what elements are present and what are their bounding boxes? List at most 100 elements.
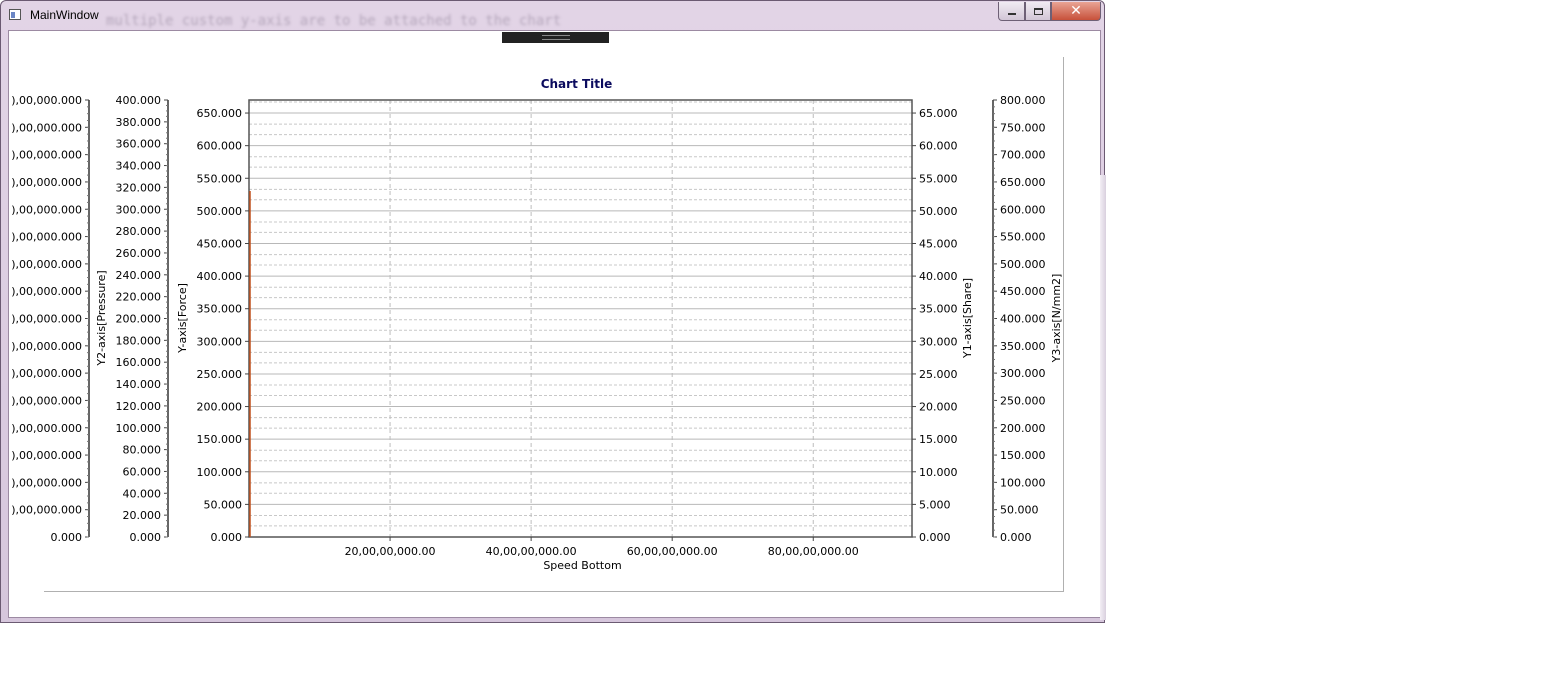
y-tick-label: ),00,000.000 — [11, 340, 82, 353]
y-tick-label: 220.000 — [116, 291, 162, 304]
y-tick-label: 40.000 — [919, 270, 958, 283]
y-tick-label: ),00,000.000 — [11, 504, 82, 517]
maximize-icon — [1033, 7, 1043, 15]
y-tick-label: 160.000 — [116, 356, 162, 369]
y-tick-label: 250.000 — [1000, 394, 1046, 407]
y-tick-label: 300.000 — [116, 203, 162, 216]
y-tick-label: 400.000 — [1000, 313, 1046, 326]
minimize-icon — [1007, 12, 1016, 15]
y-tick-label: 380.000 — [116, 116, 162, 129]
minimize-button[interactable] — [998, 2, 1025, 21]
y-tick-label: ),00,000.000 — [11, 203, 82, 216]
x-axis-label: Speed Bottom — [543, 559, 621, 572]
y-tick-label: 45.000 — [919, 237, 958, 250]
close-button[interactable]: ✕ — [1051, 2, 1101, 21]
y-tick-label: 400.000 — [116, 94, 162, 107]
y-tick-label: 0.000 — [1000, 531, 1032, 544]
y-tick-label: 80.000 — [123, 444, 162, 457]
maximize-button[interactable] — [1025, 2, 1051, 21]
chart-panel: Chart Title 20,00,00,000.00 40,00,00,000.… — [8, 30, 1101, 618]
y-tick-label: 100.000 — [197, 466, 243, 479]
y-tick-label: 0.000 — [919, 531, 951, 544]
window-resize-edge — [1100, 175, 1106, 620]
y-tick-label: 40.000 — [123, 487, 162, 500]
y-tick-label: 65.000 — [919, 107, 958, 120]
x-tick-label: 20,00,00,000.00 — [345, 545, 436, 558]
y-tick-label: 350.000 — [1000, 340, 1046, 353]
y-tick-label: ),00,000.000 — [11, 285, 82, 298]
y-tick-label: 800.000 — [1000, 94, 1046, 107]
y-tick-label: 50.000 — [204, 498, 243, 511]
main-window: MainWindow multiple custom y-axis are to… — [0, 0, 1105, 623]
chart-canvas[interactable]: 20,00,00,000.00 40,00,00,000.00 60,00,00,0… — [9, 31, 1101, 618]
y-tick-label: ),00,000.000 — [11, 121, 82, 134]
y-tick-label: 35.000 — [919, 303, 958, 316]
y-tick-label: ),00,000.000 — [11, 422, 82, 435]
y-tick-label: 0.000 — [211, 531, 243, 544]
y-tick-label: ),00,000.000 — [11, 476, 82, 489]
y-tick-label: 15.000 — [919, 433, 958, 446]
y-tick-label: 650.000 — [1000, 176, 1046, 189]
y-tick-label: 300.000 — [197, 335, 243, 348]
y-tick-label: 550.000 — [197, 172, 243, 185]
y-tick-label: 10.000 — [919, 466, 958, 479]
y-axis-title-y1: Y1-axis[Share] — [961, 278, 974, 359]
window-title: MainWindow — [30, 8, 99, 22]
y-tick-label: 150.000 — [197, 433, 243, 446]
y-tick-label: 60.000 — [123, 465, 162, 478]
y-tick-label: 500.000 — [197, 205, 243, 218]
y-tick-label: 450.000 — [1000, 285, 1046, 298]
y-axis-title-y: Y-axis[Force] — [176, 283, 189, 354]
y-tick-label: 180.000 — [116, 334, 162, 347]
y-tick-label: 320.000 — [116, 181, 162, 194]
y-tick-label: 150.000 — [1000, 449, 1046, 462]
y-tick-label: ),00,000.000 — [11, 94, 82, 107]
y-tick-label: 250.000 — [197, 368, 243, 381]
y-tick-label: 25.000 — [919, 368, 958, 381]
y-tick-label: 350.000 — [197, 303, 243, 316]
y-tick-label: 600.000 — [1000, 203, 1046, 216]
y-tick-label: 5.000 — [919, 498, 951, 511]
y-tick-label: 650.000 — [197, 107, 243, 120]
y-tick-label: 550.000 — [1000, 231, 1046, 244]
y-axis-title-y3: Y3-axis[N/mm2] — [1050, 274, 1063, 364]
y-tick-label: ),00,000.000 — [11, 231, 82, 244]
y-tick-label: 200.000 — [116, 313, 162, 326]
y-tick-label: 700.000 — [1000, 149, 1046, 162]
y-tick-label: 240.000 — [116, 269, 162, 282]
y-tick-label: 450.000 — [197, 237, 243, 250]
y-tick-label: 300.000 — [1000, 367, 1046, 380]
y-tick-label: 60.000 — [919, 140, 958, 153]
y-tick-label: 600.000 — [197, 140, 243, 153]
y-tick-label: ),00,000.000 — [11, 394, 82, 407]
x-tick-label: 80,00,00,000.00 — [768, 545, 859, 558]
y-tick-label: 50.000 — [1000, 504, 1039, 517]
y-tick-label: 120.000 — [116, 400, 162, 413]
y-tick-label: ),00,000.000 — [11, 313, 82, 326]
y-tick-label: ),00,000.000 — [11, 367, 82, 380]
y-tick-label: 55.000 — [919, 172, 958, 185]
app-icon[interactable] — [9, 9, 21, 20]
y-tick-label: 360.000 — [116, 138, 162, 151]
y-tick-label: 20.000 — [919, 401, 958, 414]
y-tick-label: 340.000 — [116, 160, 162, 173]
y-tick-label: 260.000 — [116, 247, 162, 260]
y-tick-label: 400.000 — [197, 270, 243, 283]
y-tick-label: 50.000 — [919, 205, 958, 218]
y-tick-label: 500.000 — [1000, 258, 1046, 271]
y-axis-title-y2: Y2-axis[Pressure] — [95, 270, 108, 366]
y-tick-label: ),00,000.000 — [11, 149, 82, 162]
y-tick-label: 140.000 — [116, 378, 162, 391]
x-tick-label: 40,00,00,000.00 — [486, 545, 577, 558]
close-icon: ✕ — [1070, 3, 1082, 19]
blurred-background-text: multiple custom y-axis are to be attache… — [106, 13, 562, 29]
x-tick-label: 60,00,00,000.00 — [627, 545, 718, 558]
y-tick-label: ),00,000.000 — [11, 258, 82, 271]
y-tick-label: ),00,000.000 — [11, 176, 82, 189]
y-tick-label: 20.000 — [123, 509, 162, 522]
y-tick-label: 30.000 — [919, 335, 958, 348]
y-tick-label: 0.000 — [130, 531, 162, 544]
y-tick-label: 0.000 — [51, 531, 83, 544]
y-tick-label: 200.000 — [1000, 422, 1046, 435]
y-tick-label: 750.000 — [1000, 121, 1046, 134]
